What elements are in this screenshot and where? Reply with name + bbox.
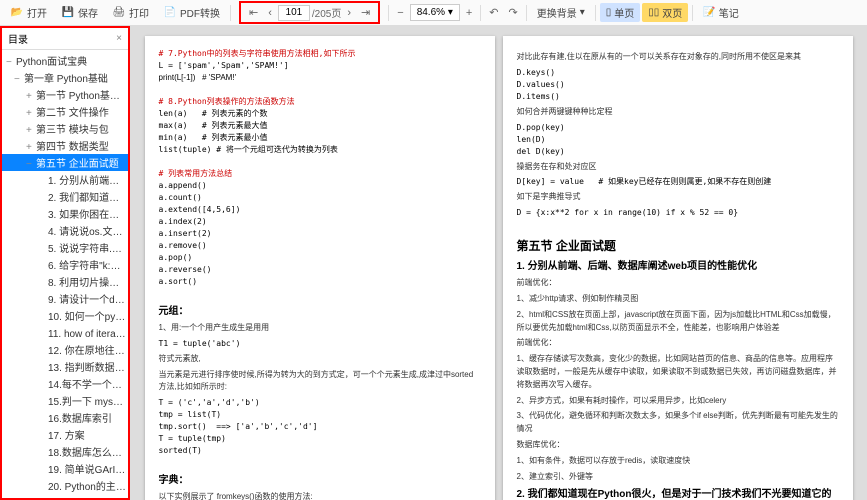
first-page-button[interactable]: ⇤ [245, 4, 262, 21]
outline-item[interactable]: 11. how of itera腿两个namedtup [2, 324, 128, 341]
page-total-label: /205页 [312, 5, 341, 20]
change-bg-button[interactable]: 更换背景 ▾ [531, 3, 591, 22]
outline-item[interactable]: 8. 利用切片操作，实现一个tri [2, 273, 128, 290]
outline-item[interactable]: −Python面试宝典 [2, 52, 128, 69]
page-nav-group: ⇤ ‹ /205页 › ⇥ [239, 1, 380, 24]
double-page-button[interactable]: ▯▯ 双页 [642, 3, 688, 22]
outline-tree[interactable]: −Python面试宝典−第一章 Python基础+第一节 Python基础面试+… [2, 50, 128, 498]
page-number-input[interactable] [278, 5, 310, 21]
outline-item[interactable]: 2. 我们都知道现在Python很 [2, 188, 128, 205]
outline-item[interactable]: 5. 说说字符串.str()? [2, 239, 128, 256]
next-page-button[interactable]: › [343, 5, 355, 21]
print-button[interactable]: 🖨打印 [106, 3, 155, 22]
outline-item[interactable]: 18.数据库怎么优化查询效率? [2, 443, 128, 460]
outline-item[interactable]: 19. 简单说GArID、并解释每 [2, 460, 128, 477]
save-button[interactable]: 💾保存 [55, 3, 104, 22]
note-button[interactable]: 📝 笔记 [697, 3, 744, 22]
outline-item[interactable]: 4. 请说说os.文件和.py文件的 [2, 222, 128, 239]
outline-item[interactable]: 17. 方案 [2, 426, 128, 443]
outline-item[interactable]: 9. 请设计一个decorator，它 [2, 290, 128, 307]
prev-page-button[interactable]: ‹ [264, 5, 276, 21]
open-button[interactable]: 📂打开 [4, 3, 53, 22]
zoom-level[interactable]: 84.6% ▾ [410, 4, 460, 21]
outline-item[interactable]: 21. 函数描的用法及应用场景 [2, 494, 128, 498]
outline-item[interactable]: 14.每不学一个工具可以做取 [2, 375, 128, 392]
zoom-out-button[interactable]: − [393, 5, 407, 21]
pdf-convert-button[interactable]: 📄PDF转换 [157, 3, 226, 22]
page-right: 对比此存有建,住以在原从有的一个可以关系存在对象存的,同时所用不使区是来其 D.… [503, 36, 853, 500]
outline-item[interactable]: 16.数据库索引 [2, 409, 128, 426]
sidebar-title: 目录 [8, 31, 28, 46]
outline-item[interactable]: 13. 指判断数据都被来用什么 [2, 358, 128, 375]
page-viewport[interactable]: # 7.Python中的列表与字符串使用方法相相,如下所示 L = ['spam… [130, 26, 867, 500]
outline-item[interactable]: +第三节 模块与包 [2, 120, 128, 137]
outline-item[interactable]: +第二节 文件操作 [2, 103, 128, 120]
outline-item[interactable]: 6. 给字符串"k:1|k2:2|k3:3"转 [2, 256, 128, 273]
outline-item[interactable]: +第四节 数据类型 [2, 137, 128, 154]
outline-item[interactable]: −第五节 企业面试题 [2, 154, 128, 171]
outline-item[interactable]: +第一节 Python基础面试 [2, 86, 128, 103]
outline-sidebar: 目录 × −Python面试宝典−第一章 Python基础+第一节 Python… [0, 26, 130, 500]
outline-item[interactable]: 3. 如果你困在了死循环里，怎 [2, 205, 128, 222]
outline-item[interactable]: 10. 如何一个python的and-or [2, 307, 128, 324]
rotate-left-button[interactable]: ↶ [485, 4, 502, 21]
outline-item[interactable]: 1. 分别从前端、后端、数据库 [2, 171, 128, 188]
outline-item[interactable]: 20. Python的主要功能是什么? [2, 477, 128, 494]
outline-item[interactable]: −第一章 Python基础 [2, 69, 128, 86]
sidebar-close-button[interactable]: × [116, 33, 122, 44]
outline-item[interactable]: 15.判一下 mysql 的原理? [2, 392, 128, 409]
zoom-in-button[interactable]: + [462, 5, 476, 21]
outline-item[interactable]: 12. 你在原地往存中，都是怎么 [2, 341, 128, 358]
page-left: # 7.Python中的列表与字符串使用方法相相,如下所示 L = ['spam… [145, 36, 495, 500]
single-page-button[interactable]: ▯ 单页 [600, 3, 641, 22]
last-page-button[interactable]: ⇥ [357, 4, 374, 21]
rotate-right-button[interactable]: ↷ [505, 4, 522, 21]
